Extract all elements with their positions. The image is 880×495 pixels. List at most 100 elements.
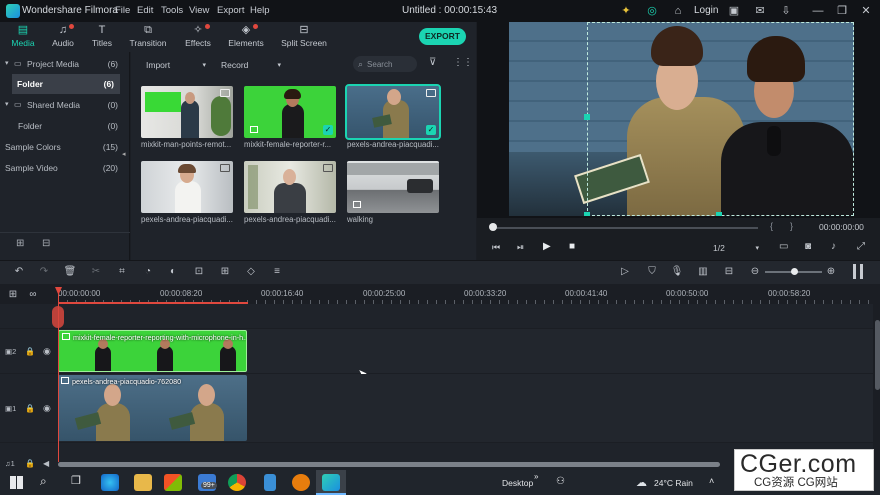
keyframe-icon[interactable]: ◇ [244,265,258,279]
cut-icon[interactable]: ✂ [89,265,103,279]
lightbulb-icon[interactable]: ✦ [618,3,634,19]
speaker-icon[interactable]: ◀ [43,459,49,468]
minimize-icon[interactable]: — [810,3,826,19]
tab-transition[interactable]: ⧉ Transition [125,24,171,50]
desktop-label[interactable]: Desktop [502,478,533,488]
redo-icon[interactable]: ↷ [37,265,51,279]
delete-folder-icon[interactable]: ⊟ [42,238,50,249]
play-icon[interactable]: ▶ [543,241,551,252]
save-icon[interactable]: ▣ [726,3,742,19]
tree-item-sample-video[interactable]: Sample Video (20) [0,158,124,178]
tab-split-screen[interactable]: ⊟ Split Screen [281,24,327,50]
tree-item-folder-selected[interactable]: Folder (6) [12,74,120,94]
pause-render-icon[interactable] [853,264,863,279]
tray-chevron-icon[interactable]: ˄ [709,476,714,486]
media-thumb-walking[interactable] [347,161,439,213]
timeline-clip-woman-reading[interactable]: pexels-andrea-piacquadio-762080 [58,375,247,441]
filter-icon[interactable]: ⊽ [429,57,436,68]
zoom-out-icon[interactable]: ⊖ [748,265,762,279]
undo-icon[interactable]: ↶ [12,265,26,279]
windows-start-icon[interactable] [10,476,23,489]
green-screen-icon[interactable]: ⊡ [192,265,206,279]
eye-icon[interactable]: ◉ [43,346,51,357]
crop-icon[interactable]: ⌗ [115,265,129,279]
grid-view-icon[interactable]: ⋮⋮ [453,57,473,68]
media-thumb-man-points[interactable] [141,86,233,138]
chevron-down-icon[interactable]: ▾ [5,59,9,67]
mark-in-icon[interactable]: { [770,221,773,231]
weather-label[interactable]: 24°C Rain [654,478,693,488]
fullscreen-icon[interactable]: ⤢ [857,241,865,252]
stop-icon[interactable]: ■ [569,241,575,252]
media-thumb-woman-reading[interactable]: ✓ [345,84,441,140]
tree-item-folder[interactable]: Folder (0) [0,116,124,136]
login-link[interactable]: Login [694,5,718,16]
search-input[interactable]: ⌕ Search [353,56,417,72]
display-icon[interactable]: ▭ [779,241,788,252]
menu-file[interactable]: File [115,5,130,16]
blender-icon[interactable] [292,474,310,491]
voiceover-icon[interactable]: ▥ [696,265,710,279]
phone-link-icon[interactable] [264,474,276,491]
gift-icon[interactable]: ⌂ [670,3,686,19]
step-back-icon[interactable]: ⏮ [492,242,500,253]
resize-handle[interactable] [716,212,722,216]
preview-progress-track[interactable] [492,227,758,229]
marker-icon[interactable]: ⛉ [645,265,659,279]
menu-tools[interactable]: Tools [161,5,183,16]
file-explorer-icon[interactable] [134,474,152,491]
resize-handle[interactable] [584,114,590,120]
preview-progress-handle[interactable] [489,223,497,231]
lock-icon[interactable]: 🔒 [25,404,35,413]
tree-item-shared-media[interactable]: ▾ ▭ Shared Media (0) [0,95,124,115]
chevron-right-icon[interactable]: » [534,472,538,481]
audio-adjust-icon[interactable]: ≡ [270,265,284,279]
add-track-icon[interactable]: ⊞ [6,288,20,302]
tab-titles[interactable]: T Titles [79,24,125,50]
snapshot-icon[interactable]: ◙ [805,241,811,252]
media-thumb-andrea-2[interactable] [141,161,233,213]
people-icon[interactable]: ⚇ [556,476,565,487]
store-icon[interactable] [164,474,182,491]
tree-item-project-media[interactable]: ▾ ▭ Project Media (6) [0,54,124,74]
menu-export[interactable]: Export [217,5,244,16]
new-folder-icon[interactable]: ⊞ [16,238,24,249]
quality-dropdown[interactable]: 1/2 ▾ [713,240,759,255]
media-thumb-female-reporter[interactable]: ✓ [244,86,336,138]
zoom-in-icon[interactable]: ⊕ [824,265,838,279]
delete-icon[interactable]: 🗑 [63,265,77,279]
search-icon[interactable]: ⌕ [40,474,47,489]
maximize-icon[interactable]: ❐ [834,3,850,19]
color-icon[interactable]: ◐ [166,265,180,279]
record-dropdown[interactable]: Record ▾ [221,57,281,72]
eye-icon[interactable]: ◉ [43,403,51,414]
zoom-slider-handle[interactable] [791,268,798,275]
menu-help[interactable]: Help [250,5,270,16]
tab-effects[interactable]: ✧ Effects [175,24,221,50]
play-backward-icon[interactable]: ⏯ [517,242,524,253]
download-icon[interactable]: ⇩ [778,3,794,19]
headset-icon[interactable]: ◎ [644,3,660,19]
collapse-panel-icon[interactable]: ◂ [122,150,126,158]
microphone-icon[interactable]: 🎙 [670,265,684,279]
playhead-handle[interactable] [52,306,64,328]
export-button[interactable]: EXPORT [419,28,466,45]
stabilize-icon[interactable]: ⊞ [218,265,232,279]
link-icon[interactable]: ∞ [26,288,40,302]
edge-browser-icon[interactable] [101,474,119,491]
preview-video[interactable] [509,22,854,216]
timeline-clip-female-reporter[interactable]: mixkit-female-reporter-reporting-with-mi… [58,330,247,372]
close-icon[interactable]: ✕ [858,3,874,19]
import-dropdown[interactable]: Import ▾ [146,57,206,72]
render-icon[interactable]: ▷ [618,265,632,279]
volume-icon[interactable]: ♪ [831,241,836,252]
lock-icon[interactable]: 🔒 [25,347,35,356]
chevron-down-icon[interactable]: ▾ [5,100,9,108]
timeline-vertical-scrollbar[interactable] [875,320,880,390]
mail-icon[interactable]: ✉ [752,3,768,19]
menu-edit[interactable]: Edit [137,5,153,16]
chrome-icon[interactable] [228,474,246,491]
task-view-icon[interactable]: ❐ [71,474,81,487]
lock-icon[interactable]: 🔒 [25,459,35,468]
menu-view[interactable]: View [189,5,209,16]
